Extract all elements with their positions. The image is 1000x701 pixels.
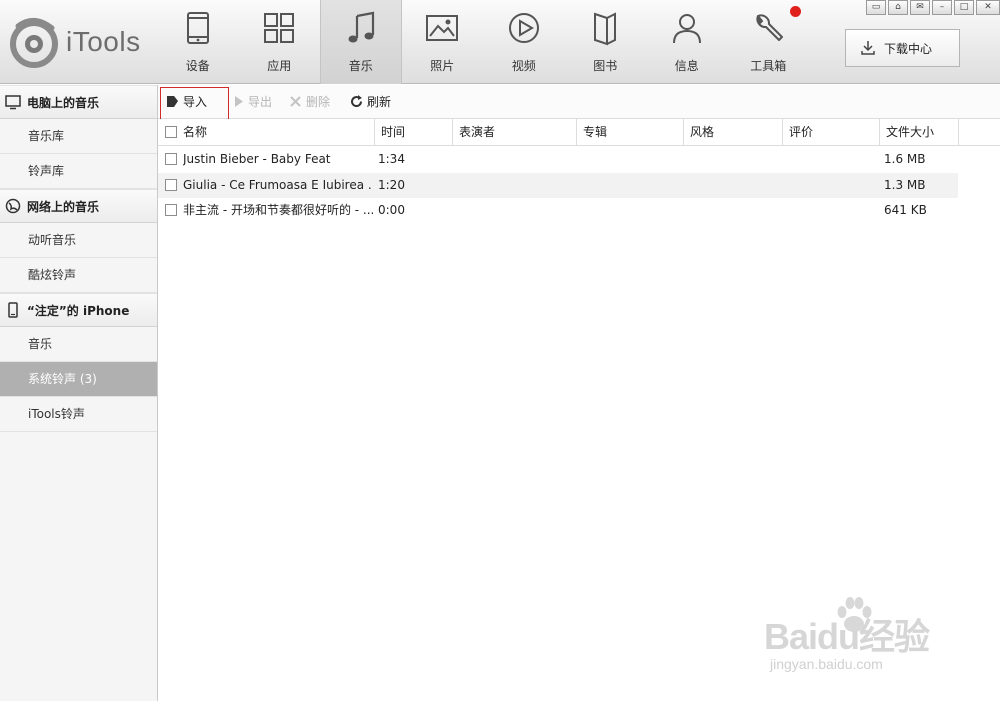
refresh-icon xyxy=(351,95,363,108)
delete-button[interactable]: 删除 xyxy=(289,93,330,110)
import-button[interactable]: 导入 xyxy=(166,93,207,110)
refresh-button[interactable]: 刷新 xyxy=(350,93,391,110)
import-label: 导入 xyxy=(183,95,208,109)
col-time[interactable]: 时间 xyxy=(374,119,452,146)
export-label: 导出 xyxy=(248,95,273,109)
import-icon xyxy=(167,96,178,107)
delete-icon xyxy=(290,96,301,107)
nav-device[interactable]: 设备 xyxy=(157,0,239,84)
music-icon xyxy=(343,10,379,46)
sidebar-section-online-music[interactable]: 网络上的音乐 xyxy=(0,189,157,223)
sidebar-section-iphone[interactable]: “注定”的 iPhone xyxy=(0,293,157,327)
baidu-watermark: Baidu经验 jingyan.baidu.com xyxy=(762,594,952,674)
section-title: “注定”的 iPhone xyxy=(27,303,130,318)
nav-book[interactable]: 图书 xyxy=(565,0,647,84)
mail-icon[interactable]: ✉ xyxy=(910,0,930,15)
nav-label: 应用 xyxy=(267,59,292,73)
notification-badge xyxy=(790,6,801,17)
minimize-icon[interactable]: – xyxy=(932,0,952,15)
app-title: iTools xyxy=(66,26,141,57)
sidebar-item-music-library[interactable]: 音乐库 xyxy=(0,119,157,154)
cell-name: Giulia - Ce Frumoasa E Iubirea ... xyxy=(183,177,373,192)
row-checkbox[interactable] xyxy=(165,153,177,165)
window-controls: ▭ ⌂ ✉ – □ ✕ xyxy=(866,0,1000,15)
sidebar-item-online-ringtones[interactable]: 酷炫铃声 xyxy=(0,258,157,293)
col-genre[interactable]: 风格 xyxy=(683,119,782,146)
nav-label: 照片 xyxy=(430,59,455,73)
nav-label: 图书 xyxy=(593,59,618,73)
video-icon xyxy=(506,10,542,46)
nav-label: 音乐 xyxy=(348,59,373,73)
skin-icon[interactable]: ⌂ xyxy=(888,0,908,15)
col-size[interactable]: 文件大小 xyxy=(879,119,959,146)
delete-label: 删除 xyxy=(306,95,331,109)
cell-time: 1:34 xyxy=(378,152,405,166)
cell-size: 1.3 MB xyxy=(884,177,926,192)
table-row[interactable]: Giulia - Ce Frumoasa E Iubirea ... 1:20 … xyxy=(158,172,958,198)
section-title: 电脑上的音乐 xyxy=(27,95,100,110)
export-button[interactable]: 导出 xyxy=(231,93,272,110)
feedback-icon[interactable]: ▭ xyxy=(866,0,886,15)
sidebar-item-online-music[interactable]: 动听音乐 xyxy=(0,223,157,258)
app-logo: iTools xyxy=(8,14,158,70)
device-icon xyxy=(180,10,216,46)
song-table: 名称 时间 表演者 专辑 风格 评价 文件大小 Justin Bieber - … xyxy=(158,119,1000,224)
cell-name: 非主流 - 开场和节奏都很好听的 - ... xyxy=(183,203,373,217)
sidebar-section-computer-music[interactable]: 电脑上的音乐 xyxy=(0,85,157,119)
top-bar: iTools 设备 应用 音乐 照片 视频 图书 信息 工具箱 ▭ ⌂ ✉ – … xyxy=(0,0,1000,84)
nav-info[interactable]: 信息 xyxy=(646,0,728,84)
main-nav: 设备 应用 音乐 照片 视频 图书 信息 工具箱 xyxy=(157,0,809,84)
nav-video[interactable]: 视频 xyxy=(483,0,565,84)
col-artist[interactable]: 表演者 xyxy=(452,119,576,146)
photo-icon xyxy=(424,10,460,46)
cell-time: 1:20 xyxy=(378,177,405,192)
nav-music[interactable]: 音乐 xyxy=(320,0,402,84)
book-icon xyxy=(587,10,623,46)
cell-size: 1.6 MB xyxy=(884,152,926,166)
cell-name: Justin Bieber - Baby Feat xyxy=(183,152,331,166)
export-icon xyxy=(235,96,243,107)
row-checkbox[interactable] xyxy=(165,204,177,216)
globe-icon xyxy=(5,198,21,214)
nav-label: 信息 xyxy=(674,59,699,73)
sidebar-item-ringtone-library[interactable]: 铃声库 xyxy=(0,154,157,189)
nav-label: 设备 xyxy=(185,59,210,73)
table-header: 名称 时间 表演者 专辑 风格 评价 文件大小 xyxy=(158,119,1000,146)
watermark-url: jingyan.baidu.com xyxy=(770,656,883,672)
row-checkbox[interactable] xyxy=(165,178,177,191)
phone-icon xyxy=(8,302,18,318)
col-album[interactable]: 专辑 xyxy=(576,119,683,146)
apps-icon xyxy=(261,10,297,46)
watermark-main: Baidu经验 xyxy=(764,616,930,657)
cell-size: 641 KB xyxy=(884,203,927,217)
sidebar-item-itools-ringtones[interactable]: iTools铃声 xyxy=(0,397,157,432)
monitor-icon xyxy=(5,95,21,110)
table-row[interactable]: Justin Bieber - Baby Feat 1:34 1.6 MB xyxy=(158,147,958,173)
download-center-button[interactable]: 下载中心 xyxy=(845,29,960,67)
nav-label: 工具箱 xyxy=(750,59,787,73)
close-icon[interactable]: ✕ xyxy=(976,0,1000,15)
nav-label: 视频 xyxy=(511,59,536,73)
table-row[interactable]: 非主流 - 开场和节奏都很好听的 - ... 0:00 641 KB xyxy=(158,198,958,224)
col-name[interactable]: 名称 xyxy=(158,119,374,146)
col-rating[interactable]: 评价 xyxy=(782,119,879,146)
nav-apps[interactable]: 应用 xyxy=(239,0,321,84)
user-icon xyxy=(669,10,705,46)
sidebar-item-device-music[interactable]: 音乐 xyxy=(0,327,157,362)
refresh-label: 刷新 xyxy=(367,95,392,109)
toolbar: 导入 导出 删除 刷新 xyxy=(158,85,1000,121)
wrench-icon xyxy=(750,10,786,46)
itools-logo-icon xyxy=(10,18,58,68)
cell-time: 0:00 xyxy=(378,203,405,217)
sidebar: 电脑上的音乐 音乐库 铃声库 网络上的音乐 动听音乐 酷炫铃声 “注定”的 iP… xyxy=(0,85,158,701)
section-title: 网络上的音乐 xyxy=(27,199,100,214)
download-center-label: 下载中心 xyxy=(884,41,933,56)
download-icon xyxy=(861,41,875,55)
maximize-icon[interactable]: □ xyxy=(954,0,974,15)
sidebar-item-system-ringtones[interactable]: 系统铃声 (3) xyxy=(0,362,157,397)
nav-photo[interactable]: 照片 xyxy=(402,0,484,84)
